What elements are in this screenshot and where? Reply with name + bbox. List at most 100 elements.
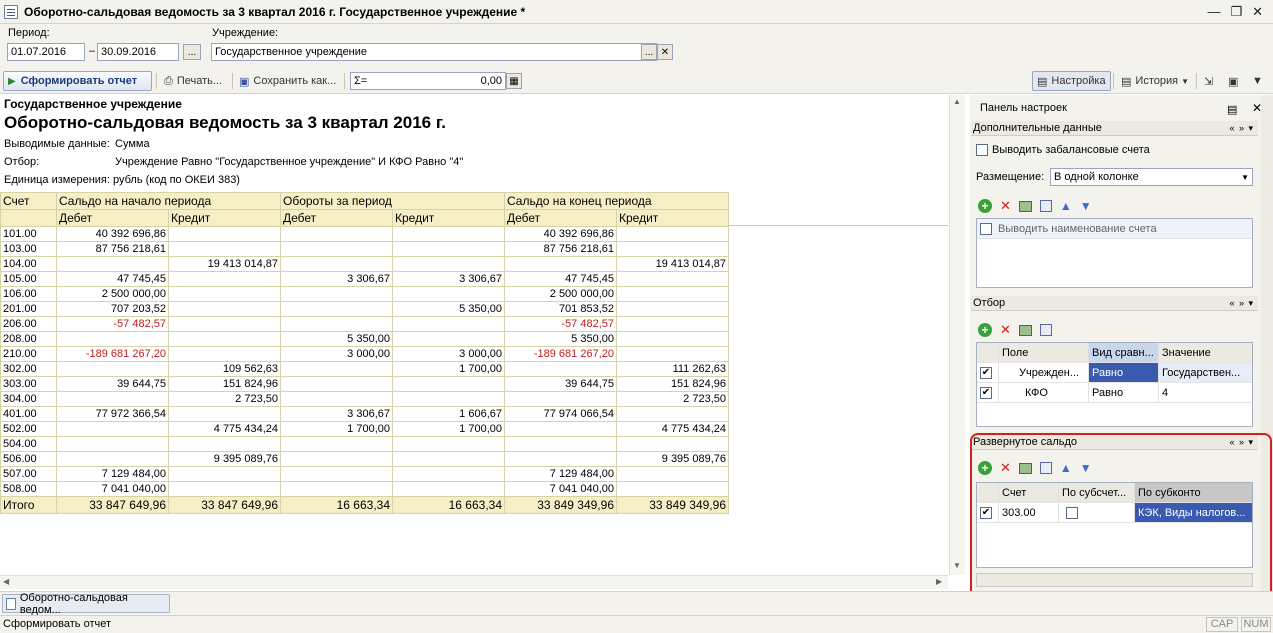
amount-cell: 40 392 696,86	[504, 226, 617, 242]
amount-cell	[392, 331, 505, 347]
filter-label: Отбор:	[4, 156, 40, 168]
calculator-icon[interactable]: ▦	[506, 73, 522, 89]
save-as-button[interactable]: ▣ Сохранить как...	[235, 71, 340, 91]
add-icon[interactable]: +	[978, 323, 992, 337]
generate-report-button[interactable]: ▶ Сформировать отчет	[3, 71, 152, 91]
print-label: Печать...	[176, 75, 223, 87]
extra-fields-grid: Выводить наименование счета	[976, 218, 1253, 288]
panel-settings-icon[interactable]: ▤	[1227, 103, 1237, 116]
move-up-icon[interactable]: ▲	[1060, 199, 1072, 213]
amount-cell: 7 041 040,00	[504, 481, 617, 497]
date-to-field[interactable]: 30.09.2016	[97, 43, 179, 61]
section-controls-icon[interactable]: « » ▾	[1229, 123, 1254, 134]
amount-cell	[280, 301, 393, 317]
table-row[interactable]: ✔ КФО Равно 4	[977, 383, 1252, 403]
header-debit: Дебет	[280, 209, 393, 227]
delete-icon[interactable]: ✕	[1000, 322, 1011, 338]
checkbox-icon[interactable]: ✔	[980, 386, 992, 399]
checkbox-icon[interactable]	[980, 222, 992, 235]
table-row: 502.00 4 775 434,24 1 700,00 1 700,00 4 775 …	[0, 421, 729, 437]
amount-cell: 2 500 000,00	[56, 286, 169, 302]
checkbox-icon[interactable]	[976, 144, 988, 156]
copy-icon[interactable]	[1039, 200, 1052, 212]
checkbox-icon[interactable]: ✔	[980, 366, 992, 379]
history-button[interactable]: ▤ История ▼	[1117, 71, 1193, 91]
vertical-scrollbar[interactable]: ▲ ▼	[949, 95, 965, 575]
parameters-row: Период: 01.07.2016 ▦ – 30.09.2016 ... Уч…	[0, 24, 1273, 68]
amount-cell	[616, 406, 729, 422]
check-all-icon[interactable]	[1018, 200, 1032, 212]
extra-data-header[interactable]: Дополнительные данные « » ▾	[971, 121, 1258, 136]
check-all-icon[interactable]	[1018, 324, 1032, 336]
scroll-down-icon[interactable]: ▼	[953, 561, 961, 570]
amount-cell	[616, 481, 729, 497]
header-account: Счет	[0, 192, 57, 210]
settings-button[interactable]: ▤ Настройка	[1032, 71, 1111, 91]
date-from-field[interactable]: 01.07.2016	[7, 43, 85, 61]
print-button[interactable]: ⎙ Печать...	[160, 71, 226, 91]
account-cell: 304.00	[0, 391, 57, 407]
period-label: Период:	[8, 27, 50, 39]
table-row: 106.00 2 500 000,00 2 500 000,00	[0, 286, 729, 302]
add-icon[interactable]: +	[978, 199, 992, 213]
institution-field[interactable]: Государственное учреждение	[211, 43, 657, 61]
header-closing: Сальдо на конец периода	[504, 192, 729, 210]
amount-cell	[168, 481, 281, 497]
amount-cell: 39 644,75	[504, 376, 617, 392]
amount-cell	[392, 466, 505, 482]
horizontal-scrollbar[interactable]: ◀ ▶	[0, 575, 948, 589]
amount-cell: 9 395 089,76	[168, 451, 281, 467]
move-down-icon[interactable]: ▼	[1080, 199, 1092, 213]
filter-comparison[interactable]: Равно	[1089, 363, 1159, 382]
play-icon: ▶	[8, 75, 16, 87]
table-row: 507.00 7 129 484,00 7 129 484,00	[0, 466, 729, 482]
column-comparison[interactable]: Вид сравн...	[1089, 343, 1159, 362]
close-icon[interactable]: ✕	[1252, 4, 1263, 20]
account-cell: 504.00	[0, 436, 57, 452]
amount-cell	[504, 361, 617, 377]
amount-cell	[280, 256, 393, 272]
institution-select-button[interactable]: ...	[641, 44, 657, 60]
copy-icon[interactable]	[1039, 324, 1052, 336]
amount-cell	[616, 331, 729, 347]
more-icon[interactable]: ▼	[1248, 71, 1267, 91]
offbalance-checkbox[interactable]: Выводить забалансовые счета	[976, 144, 1150, 156]
amount-cell: 87 756 218,61	[504, 241, 617, 257]
dropdown-arrow-icon[interactable]: ▼	[1241, 173, 1249, 182]
header-debit: Дебет	[504, 209, 617, 227]
restore-icon[interactable]: ❐	[1230, 4, 1242, 20]
scroll-up-icon[interactable]: ▲	[953, 97, 961, 106]
table-row[interactable]: ✔ Учрежден... Равно Государствен...	[977, 363, 1252, 383]
taskbar-item[interactable]: Оборотно-сальдовая ведом...	[2, 591, 170, 616]
placement-select[interactable]: В одной колонке ▼	[1050, 168, 1253, 186]
export-icon[interactable]: ⇲	[1200, 71, 1217, 91]
column-field[interactable]: Поле	[999, 343, 1089, 362]
date-from-value: 01.07.2016	[11, 46, 67, 58]
amount-cell	[168, 271, 281, 287]
filter-value[interactable]: Государствен...	[1159, 363, 1252, 382]
output-value: Сумма	[115, 138, 150, 150]
account-cell: 208.00	[0, 331, 57, 347]
list-item[interactable]: Выводить наименование счета	[977, 219, 1252, 239]
institution-value: Государственное учреждение	[215, 46, 368, 58]
scroll-right-icon[interactable]: ▶	[936, 577, 942, 586]
period-select-button[interactable]: ...	[183, 44, 201, 60]
sum-field[interactable]: Σ= 0,00	[350, 72, 506, 90]
amount-cell	[280, 226, 393, 242]
delete-icon[interactable]: ✕	[1000, 198, 1011, 214]
clear-icon[interactable]: ✕	[657, 44, 673, 60]
caps-indicator: CAP	[1206, 617, 1238, 632]
minimize-icon[interactable]: —	[1207, 4, 1220, 20]
scroll-left-icon[interactable]: ◀	[3, 577, 9, 586]
column-value[interactable]: Значение	[1159, 343, 1252, 362]
amount-cell	[56, 451, 169, 467]
filter-comparison[interactable]: Равно	[1089, 383, 1159, 402]
amount-cell: 1 700,00	[392, 361, 505, 377]
taskbar-item-label: Оборотно-сальдовая ведом...	[19, 591, 128, 616]
save-settings-icon[interactable]: ▣	[1224, 71, 1242, 91]
amount-cell	[616, 241, 729, 257]
section-controls-icon[interactable]: « » ▾	[1229, 298, 1254, 309]
filter-value[interactable]: 4	[1159, 383, 1252, 402]
amount-cell	[280, 451, 393, 467]
filter-header[interactable]: Отбор « » ▾	[971, 296, 1258, 311]
